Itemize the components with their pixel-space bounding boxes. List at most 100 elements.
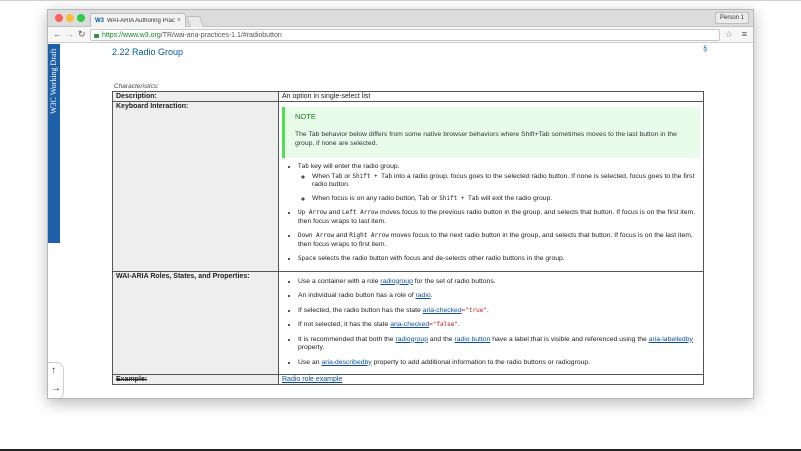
key-name: Right Arrow (349, 232, 389, 239)
list-item-text: . (486, 306, 489, 314)
close-window-button[interactable] (55, 14, 63, 22)
section-title: 2.22 Radio Group (112, 47, 184, 57)
scroll-up-arrow-icon[interactable]: ↑ (51, 365, 56, 376)
keyboard-sublist: When Tab or Shift + Tab into a radio gro… (298, 173, 700, 204)
list-item-text: and (334, 232, 350, 239)
table-caption: Characteristics: (114, 83, 159, 90)
radio-role-example-link[interactable]: Radio role example (282, 376, 342, 383)
hamburger-menu-icon[interactable]: ≡ (742, 29, 747, 40)
aria-checked-link[interactable]: aria-checked (390, 321, 429, 328)
aria-labelledby-link[interactable]: aria-labelledby (649, 336, 693, 343)
aria-checked-link[interactable]: aria-checked (423, 307, 462, 314)
radio-button-link[interactable]: radio button (454, 336, 490, 343)
browser-window: W3 WAI-ARIA Authoring Practi… × Person 1… (47, 9, 754, 399)
list-item-text: selects the radio button with focus and … (316, 255, 565, 262)
list-item: If selected, the radio button has the st… (298, 307, 700, 316)
tab-wai-aria[interactable]: W3 WAI-ARIA Authoring Practi… × (90, 13, 186, 27)
row-value-roles: Use a container with a role radiogroup f… (278, 270, 704, 375)
list-item: When focus is on any radio button, Tab o… (312, 195, 700, 204)
list-item-text: Use a container with a role (298, 277, 381, 285)
row-label-keyboard: Keyboard Interaction: (112, 101, 279, 272)
row-label-roles: WAI-ARIA Roles, States, and Properties: (112, 270, 279, 375)
list-item-text: It is recommended that both the (298, 335, 396, 343)
page-viewport[interactable]: W3C Working Draft 2.22 Radio Group § Cha… (48, 44, 753, 398)
working-draft-label: W3C Working Draft (49, 49, 58, 115)
list-item: Use an aria-describedby property to add … (298, 359, 700, 368)
tab-close-icon[interactable]: × (177, 17, 181, 24)
key-name: Space (298, 255, 317, 262)
new-tab-button[interactable] (185, 16, 205, 27)
note-title: NOTE (295, 112, 316, 121)
row-label-description: Description: (112, 91, 279, 102)
note-box: NOTE The Tab behavior below differs from… (282, 107, 700, 158)
key-name: Up Arrow (298, 209, 327, 216)
table-row: Example: Radio role example (112, 374, 704, 385)
key-name: Down Arrow (298, 232, 335, 239)
list-item: If not selected, it has the state aria-c… (298, 321, 700, 330)
list-item: Use a container with a role radiogroup f… (298, 278, 700, 287)
list-item-text: or (342, 172, 353, 180)
frame-top-line (0, 0, 801, 1)
keyboard-list: Tab key will enter the radio group. When… (282, 163, 700, 264)
section-anchor-link[interactable]: § (703, 46, 707, 53)
row-value-description: An option in single-select list (278, 91, 704, 102)
key-name: Tab (418, 194, 430, 202)
url-path: /TR/wai-aria-practices-1.1/#radiobutton (160, 31, 282, 39)
list-item-text: An individual radio button has a role of (298, 292, 416, 299)
roles-list: Use a container with a role radiogroup f… (282, 278, 700, 368)
w3c-favicon-icon: W3 (95, 17, 104, 24)
list-item-text: . (430, 292, 433, 299)
list-item: Up Arrow and Left Arrow moves focus to t… (298, 209, 700, 226)
list-item-text: Use an (298, 358, 322, 366)
row-value-keyboard: NOTE The Tab behavior below differs from… (278, 101, 704, 272)
list-item-text: When (312, 172, 332, 180)
list-item: It is recommended that both the radiogro… (298, 336, 700, 353)
characteristics-table: Description: An option in single-select … (112, 91, 704, 385)
tab-title: WAI-ARIA Authoring Practi… (107, 17, 175, 24)
key-name: Left Arrow (342, 209, 379, 216)
url-scheme: https:// (102, 31, 124, 39)
key-name: Shift + Tab (439, 194, 479, 202)
list-item-text: have a label that is visible and referen… (490, 335, 649, 343)
zoom-window-button[interactable] (77, 14, 85, 22)
list-item: An individual radio button has a role of… (298, 292, 700, 301)
key-name: Shift + Tab (352, 172, 393, 180)
list-item-text: If not selected, it has the state (298, 321, 391, 328)
url-host: www.w3.org (123, 31, 161, 39)
list-item-text: property. (298, 344, 325, 351)
list-item-text: property to add additional information t… (371, 358, 591, 366)
list-item: Down Arrow and Right Arrow moves focus t… (298, 232, 700, 249)
table-row: Keyboard Interaction: NOTE The Tab behav… (112, 101, 704, 272)
key-name: Tab (298, 163, 309, 170)
profile-button[interactable]: Person 1 (714, 12, 749, 24)
browser-toolbar: ← → ↻ https:// www.w3.org /TR/wai-aria-p… (48, 27, 753, 43)
scroll-controls: ↑ → (48, 362, 64, 398)
list-item-text: When focus is on any radio button, (312, 194, 419, 202)
aria-describedby-link[interactable]: aria-describedby (321, 359, 371, 366)
radiogroup-link[interactable]: radiogroup (395, 336, 428, 343)
bookmark-star-icon[interactable]: ☆ (725, 29, 733, 40)
row-label-example: Example: (112, 374, 279, 385)
reload-icon[interactable]: ↻ (78, 29, 86, 40)
working-draft-ribbon[interactable]: W3C Working Draft (48, 44, 60, 243)
back-arrow-icon[interactable]: ← (53, 29, 62, 40)
list-item-text: and the (427, 335, 455, 343)
note-text: The Tab behavior below differs from some… (295, 131, 677, 147)
list-item: Tab key will enter the radio group. When… (298, 163, 700, 203)
list-item-text: key will enter the radio group. (308, 163, 400, 170)
list-item-text: will exit the radio group. (478, 194, 553, 202)
key-name: Tab (331, 172, 343, 180)
code-value: ="true" (461, 306, 487, 314)
radio-link[interactable]: radio (416, 292, 431, 299)
minimize-window-button[interactable] (66, 14, 74, 22)
table-row: Description: An option in single-select … (112, 91, 704, 102)
list-item-text: and (326, 209, 343, 216)
address-bar[interactable]: https:// www.w3.org /TR/wai-aria-practic… (90, 29, 720, 41)
forward-arrow-icon[interactable]: → (65, 29, 74, 40)
list-item-text: or (429, 194, 440, 202)
scroll-right-arrow-icon[interactable]: → (51, 383, 61, 394)
list-item: When Tab or Shift + Tab into a radio gro… (312, 173, 700, 190)
radiogroup-link[interactable]: radiogroup (380, 278, 413, 285)
table-row: WAI-ARIA Roles, States, and Properties: … (112, 270, 704, 375)
tab-bar: W3 WAI-ARIA Authoring Practi… × Person 1 (48, 10, 753, 27)
